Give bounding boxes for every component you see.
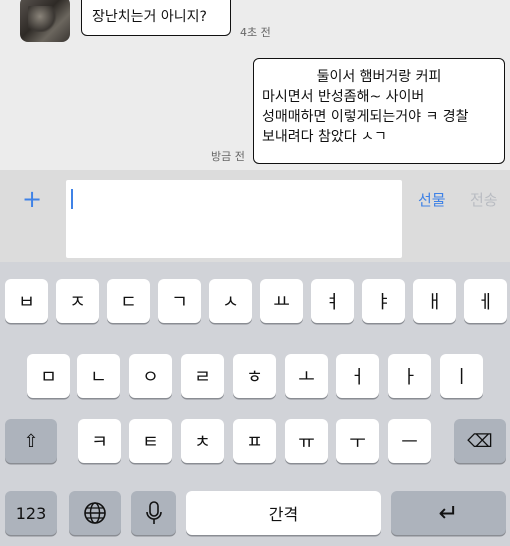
key[interactable]: ㅜ — [336, 419, 379, 463]
key[interactable]: ㅣ — [440, 354, 483, 398]
shift-key[interactable]: ⇧ — [5, 419, 57, 463]
message-input-bar: + 선물 전송 — [0, 170, 510, 262]
key[interactable]: ㅕ — [311, 279, 354, 323]
key[interactable]: ㅛ — [260, 279, 303, 323]
outgoing-timestamp: 방금 전 — [211, 150, 245, 163]
space-key[interactable]: 간격 — [186, 491, 381, 535]
key[interactable]: ㅏ — [388, 354, 431, 398]
key[interactable]: ㅋ — [78, 419, 121, 463]
keyboard: ㅂ ㅈ ㄷ ㄱ ㅅ ㅛ ㅕ ㅑ ㅐ ㅔ ㅁ ㄴ ㅇ ㄹ ㅎ ㅗ ㅓ ㅏ ㅣ ⇧ … — [0, 262, 510, 546]
plus-button[interactable]: + — [22, 184, 42, 214]
outgoing-message-line: 둘이서 햄버거랑 커피 — [316, 69, 442, 85]
key[interactable]: ㅌ — [129, 419, 172, 463]
avatar[interactable] — [20, 0, 70, 42]
numbers-key[interactable]: 123 — [5, 491, 57, 535]
key[interactable]: ㅡ — [388, 419, 431, 463]
incoming-message-text: 장난치는거 아니지? — [92, 9, 207, 25]
key[interactable]: ㅅ — [209, 279, 252, 323]
key[interactable]: ㄷ — [107, 279, 150, 323]
key[interactable]: ㅎ — [233, 354, 276, 398]
key[interactable]: ㅂ — [5, 279, 48, 323]
key[interactable]: ㅓ — [336, 354, 379, 398]
key[interactable]: ㅑ — [362, 279, 405, 323]
key[interactable]: ㅍ — [233, 419, 276, 463]
key[interactable]: ㄹ — [181, 354, 224, 398]
key[interactable]: ㄱ — [158, 279, 201, 323]
key[interactable]: ㅐ — [413, 279, 456, 323]
key[interactable]: ㅇ — [129, 354, 172, 398]
key[interactable]: ㅁ — [27, 354, 70, 398]
send-button[interactable]: 전송 — [470, 189, 498, 210]
gift-button[interactable]: 선물 — [418, 189, 446, 210]
outgoing-message-line: 보내려다 참았다 ㅅㄱ — [262, 129, 387, 145]
outgoing-message-line: 마시면서 반성좀해~ 사이버 — [262, 89, 425, 105]
key[interactable]: ㅔ — [464, 279, 507, 323]
key[interactable]: ㅠ — [285, 419, 328, 463]
incoming-message-bubble: 장난치는거 아니지? — [81, 0, 231, 36]
message-input[interactable] — [66, 180, 402, 258]
text-cursor — [71, 189, 73, 209]
key[interactable]: ㅊ — [181, 419, 224, 463]
globe-icon — [84, 502, 106, 524]
backspace-key[interactable]: ⌫ — [454, 419, 506, 463]
key[interactable]: ㅗ — [285, 354, 328, 398]
return-key[interactable]: ↵ — [391, 491, 506, 535]
microphone-icon — [145, 501, 162, 524]
outgoing-message-bubble: 둘이서 햄버거랑 커피 마시면서 반성좀해~ 사이버 성매매하면 이렇게되는거야… — [253, 58, 505, 164]
microphone-key[interactable] — [131, 491, 176, 535]
incoming-timestamp: 4초 전 — [240, 26, 271, 39]
chat-area: 장난치는거 아니지? 4초 전 둘이서 햄버거랑 커피 마시면서 반성좀해~ 사… — [0, 0, 510, 170]
outgoing-message-line: 성매매하면 이렇게되는거야 ㅋ 경찰 — [262, 109, 469, 125]
key[interactable]: ㄴ — [77, 354, 120, 398]
key[interactable]: ㅈ — [56, 279, 99, 323]
globe-key[interactable] — [69, 491, 121, 535]
